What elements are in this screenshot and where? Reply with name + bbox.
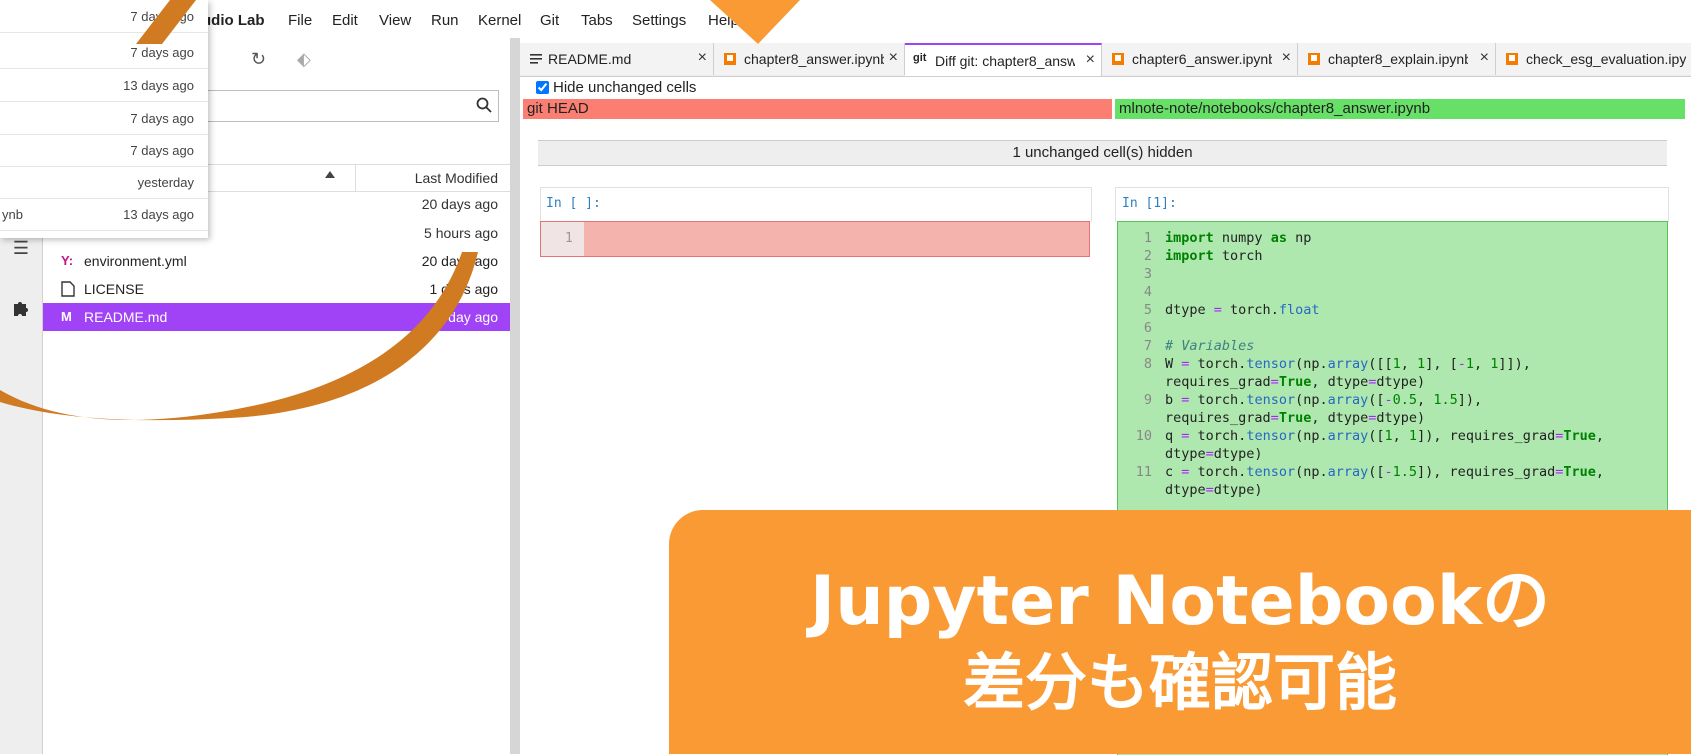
arrow-shape: [136, 0, 196, 44]
callout-banner: Jupyter Notebookの 差分も確認可能: [669, 510, 1691, 754]
banner-line-1: Jupyter Notebookの: [809, 562, 1551, 641]
down-arrow-shape: [710, 0, 800, 44]
curved-arrow-shape: [0, 252, 478, 421]
banner-line-2: 差分も確認可能: [962, 646, 1397, 719]
